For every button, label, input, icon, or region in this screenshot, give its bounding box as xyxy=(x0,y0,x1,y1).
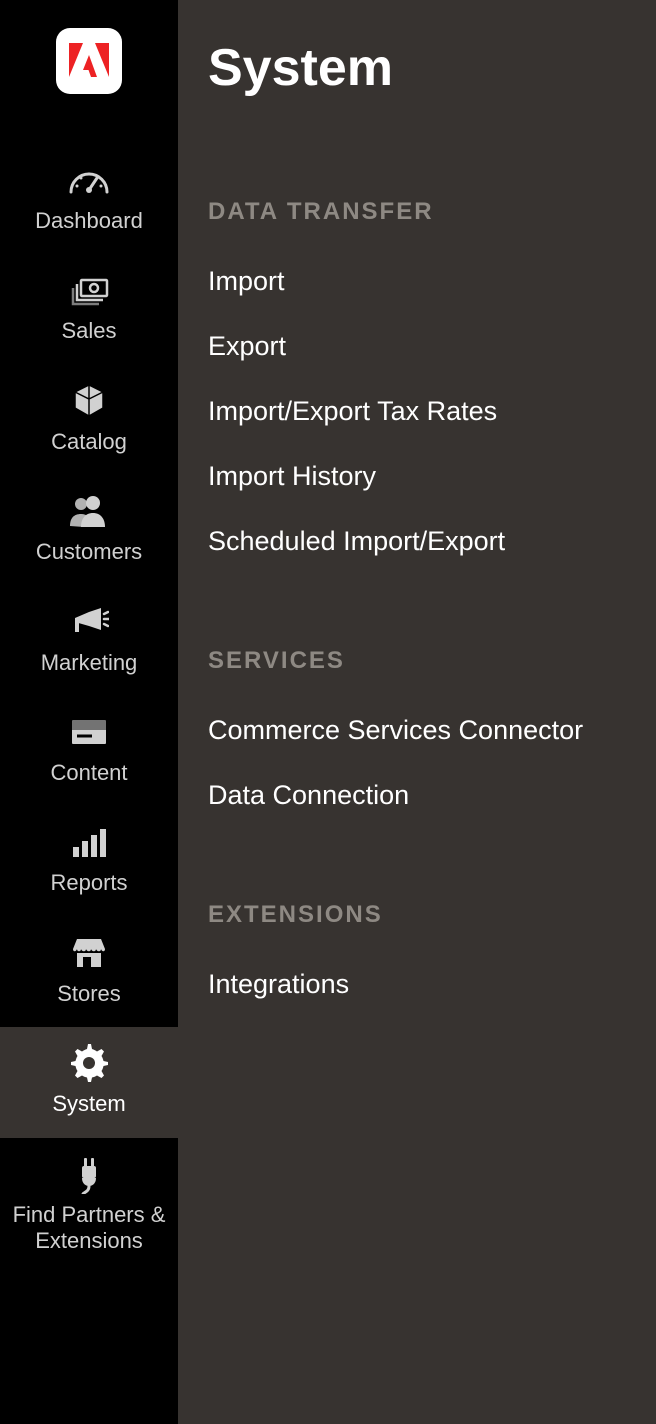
group-services: SERVICES Commerce Services Connector Dat… xyxy=(208,647,632,811)
dashboard-icon xyxy=(67,160,111,200)
group-heading: SERVICES xyxy=(208,647,632,675)
sidebar-item-label: Dashboard xyxy=(35,208,143,234)
sales-icon xyxy=(67,270,111,310)
sidebar-item-label: Sales xyxy=(61,318,116,344)
menu-item-scheduled-import-export[interactable]: Scheduled Import/Export xyxy=(208,526,632,557)
group-heading: DATA TRANSFER xyxy=(208,198,632,226)
content-icon xyxy=(67,712,111,752)
sidebar-item-sales[interactable]: Sales xyxy=(0,254,178,364)
marketing-icon xyxy=(67,602,111,642)
customers-icon xyxy=(67,491,111,531)
menu-item-export[interactable]: Export xyxy=(208,331,632,362)
sidebar-item-reports[interactable]: Reports xyxy=(0,806,178,916)
sidebar-item-label: Marketing xyxy=(41,650,138,676)
sidebar-item-marketing[interactable]: Marketing xyxy=(0,586,178,696)
sidebar-item-dashboard[interactable]: Dashboard xyxy=(0,144,178,254)
catalog-icon xyxy=(67,381,111,421)
adobe-logo[interactable] xyxy=(56,28,122,94)
sidebar-item-find-partners[interactable]: Find Partners & Extensions xyxy=(0,1138,178,1275)
menu-item-import[interactable]: Import xyxy=(208,266,632,297)
sidebar-item-label: System xyxy=(52,1091,125,1117)
sidebar-item-label: Find Partners & Extensions xyxy=(4,1202,174,1255)
menu-item-import-history[interactable]: Import History xyxy=(208,461,632,492)
menu-item-commerce-services-connector[interactable]: Commerce Services Connector xyxy=(208,715,632,746)
sidebar-item-customers[interactable]: Customers xyxy=(0,475,178,585)
sidebar-item-content[interactable]: Content xyxy=(0,696,178,806)
sidebar-item-label: Catalog xyxy=(51,429,127,455)
panel-title: System xyxy=(208,38,632,98)
system-icon xyxy=(67,1043,111,1083)
sidebar-item-label: Reports xyxy=(50,870,127,896)
system-panel: System DATA TRANSFER Import Export Impor… xyxy=(178,0,656,1424)
sidebar-item-label: Customers xyxy=(36,539,142,565)
menu-item-integrations[interactable]: Integrations xyxy=(208,969,632,1000)
adobe-logo-icon xyxy=(69,43,109,79)
group-data-transfer: DATA TRANSFER Import Export Import/Expor… xyxy=(208,198,632,557)
menu-item-import-export-tax-rates[interactable]: Import/Export Tax Rates xyxy=(208,396,632,427)
group-heading: EXTENSIONS xyxy=(208,901,632,929)
stores-icon xyxy=(67,933,111,973)
sidebar-item-label: Stores xyxy=(57,981,121,1007)
sidebar-item-label: Content xyxy=(50,760,127,786)
sidebar-item-system[interactable]: System xyxy=(0,1027,178,1137)
sidebar-item-catalog[interactable]: Catalog xyxy=(0,365,178,475)
menu-item-data-connection[interactable]: Data Connection xyxy=(208,780,632,811)
plug-icon xyxy=(67,1154,111,1194)
sidebar-nav: Dashboard Sales Catalog xyxy=(0,0,178,1424)
group-extensions: EXTENSIONS Integrations xyxy=(208,901,632,1000)
sidebar-item-stores[interactable]: Stores xyxy=(0,917,178,1027)
reports-icon xyxy=(67,822,111,862)
